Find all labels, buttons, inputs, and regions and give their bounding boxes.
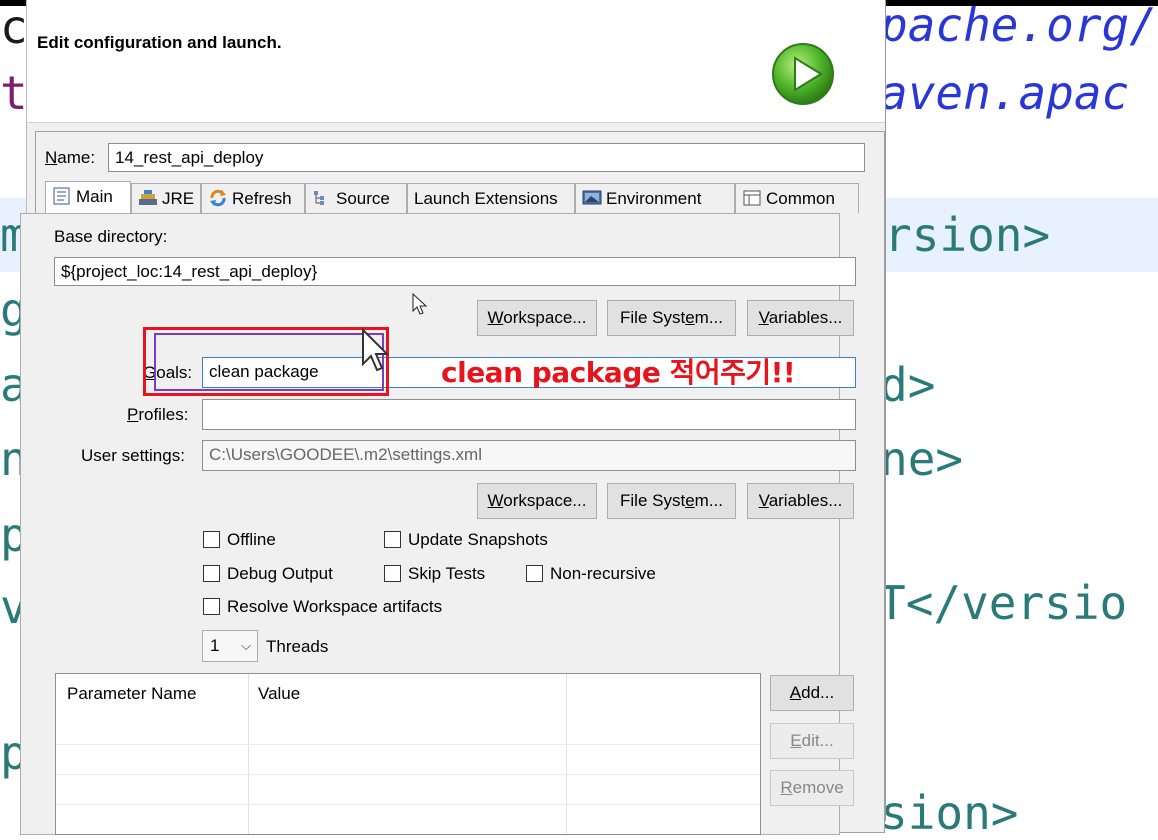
base-workspace-button[interactable]: Workspace... bbox=[477, 300, 597, 336]
offline-label: Offline bbox=[227, 530, 276, 549]
mouse-pointer-icon bbox=[412, 293, 428, 315]
skip-tests-checkbox[interactable] bbox=[384, 565, 401, 582]
user-settings-input[interactable]: C:\Users\GOODEE\.m2\settings.xml bbox=[202, 440, 856, 471]
tab-launch-extensions[interactable]: Launch Extensions bbox=[407, 183, 575, 213]
tab-main-label: Main bbox=[76, 187, 113, 206]
base-variables-button[interactable]: Variables... bbox=[747, 300, 854, 336]
chevron-down-icon: ⌵ bbox=[241, 638, 251, 653]
resolve-workspace-checkbox[interactable] bbox=[203, 598, 220, 615]
update-snapshots-checkbox[interactable] bbox=[384, 531, 401, 548]
dialog-title: Edit configuration and launch. bbox=[37, 33, 282, 52]
name-input[interactable]: 14_rest_api_deploy bbox=[108, 143, 865, 172]
non-recursive-label: Non-recursive bbox=[550, 564, 656, 583]
tab-jre-label: JRE bbox=[162, 189, 195, 208]
tab-common[interactable]: Common bbox=[735, 183, 859, 213]
base-directory-label: Base directory: bbox=[54, 227, 168, 246]
background-code-line: rsion> bbox=[884, 208, 1051, 262]
tab-source-label: Source bbox=[336, 189, 390, 208]
name-label: Name: bbox=[45, 148, 96, 167]
tab-launch-extensions-label: Launch Extensions bbox=[414, 189, 558, 208]
refresh-tab-icon bbox=[210, 189, 226, 207]
profiles-input[interactable] bbox=[202, 399, 856, 430]
tab-common-label: Common bbox=[766, 189, 835, 208]
tab-jre[interactable]: JRE bbox=[131, 183, 201, 213]
dialog-header: Edit configuration and launch. bbox=[27, 0, 885, 123]
large-mouse-pointer-icon bbox=[362, 328, 389, 372]
offline-checkbox[interactable] bbox=[203, 531, 220, 548]
base-directory-input[interactable]: ${project_loc:14_rest_api_deploy} bbox=[54, 257, 856, 286]
settings-file-system-button[interactable]: File System... bbox=[607, 483, 736, 519]
background-code-line: T</versio bbox=[878, 576, 1128, 630]
value-header: Value bbox=[258, 684, 301, 703]
settings-variables-button[interactable]: Variables... bbox=[747, 483, 854, 519]
debug-output-checkbox[interactable] bbox=[203, 565, 220, 582]
background-code-line: pache.org/ bbox=[880, 0, 1157, 52]
resolve-workspace-label: Resolve Workspace artifacts bbox=[227, 597, 443, 616]
threads-select[interactable]: 1 ⌵ bbox=[202, 630, 258, 662]
tab-refresh-label: Refresh bbox=[232, 189, 292, 208]
debug-output-label: Debug Output bbox=[227, 564, 333, 583]
user-settings-label: User settings: bbox=[81, 446, 185, 465]
tab-environment[interactable]: Environment bbox=[575, 183, 735, 213]
table-row bbox=[56, 804, 760, 805]
non-recursive-checkbox[interactable] bbox=[526, 565, 543, 582]
source-tab-icon bbox=[314, 191, 324, 205]
annotation-selection-box bbox=[154, 333, 384, 391]
tab-source[interactable]: Source bbox=[305, 183, 407, 213]
main-tab-icon bbox=[53, 187, 70, 205]
remove-button[interactable]: Remove bbox=[770, 770, 854, 806]
tab-refresh[interactable]: Refresh bbox=[201, 183, 305, 213]
background-code-line: ne> bbox=[880, 432, 964, 486]
skip-tests-label: Skip Tests bbox=[408, 564, 486, 583]
parameter-table[interactable]: Parameter Name Value bbox=[55, 673, 761, 835]
add-button[interactable]: Add... bbox=[770, 675, 854, 711]
annotation-text: clean package 적어주기!! bbox=[441, 356, 796, 389]
tab-main[interactable]: Main bbox=[45, 181, 131, 214]
background-code-line: aven.apac bbox=[880, 66, 1130, 120]
settings-workspace-button[interactable]: Workspace... bbox=[477, 483, 597, 519]
threads-value: 1 bbox=[210, 636, 220, 655]
background-code-line: d> bbox=[880, 358, 936, 412]
update-snapshots-label: Update Snapshots bbox=[408, 530, 548, 549]
base-file-system-button[interactable]: File System... bbox=[607, 300, 736, 336]
tab-environment-label: Environment bbox=[606, 189, 702, 208]
common-tab-icon bbox=[743, 190, 761, 206]
run-icon bbox=[772, 43, 834, 105]
environment-tab-icon bbox=[582, 190, 602, 205]
table-row bbox=[56, 774, 760, 775]
edit-button[interactable]: Edit... bbox=[770, 723, 854, 759]
column-divider bbox=[248, 674, 249, 834]
profiles-label: Profiles: bbox=[127, 405, 189, 424]
jre-tab-icon bbox=[139, 190, 157, 205]
table-row bbox=[56, 744, 760, 745]
threads-label: Threads bbox=[266, 637, 329, 656]
parameter-name-header: Parameter Name bbox=[67, 684, 197, 703]
background-code-line: sion> bbox=[880, 786, 1019, 840]
column-divider bbox=[566, 674, 567, 834]
background-code-line: c bbox=[0, 0, 28, 54]
